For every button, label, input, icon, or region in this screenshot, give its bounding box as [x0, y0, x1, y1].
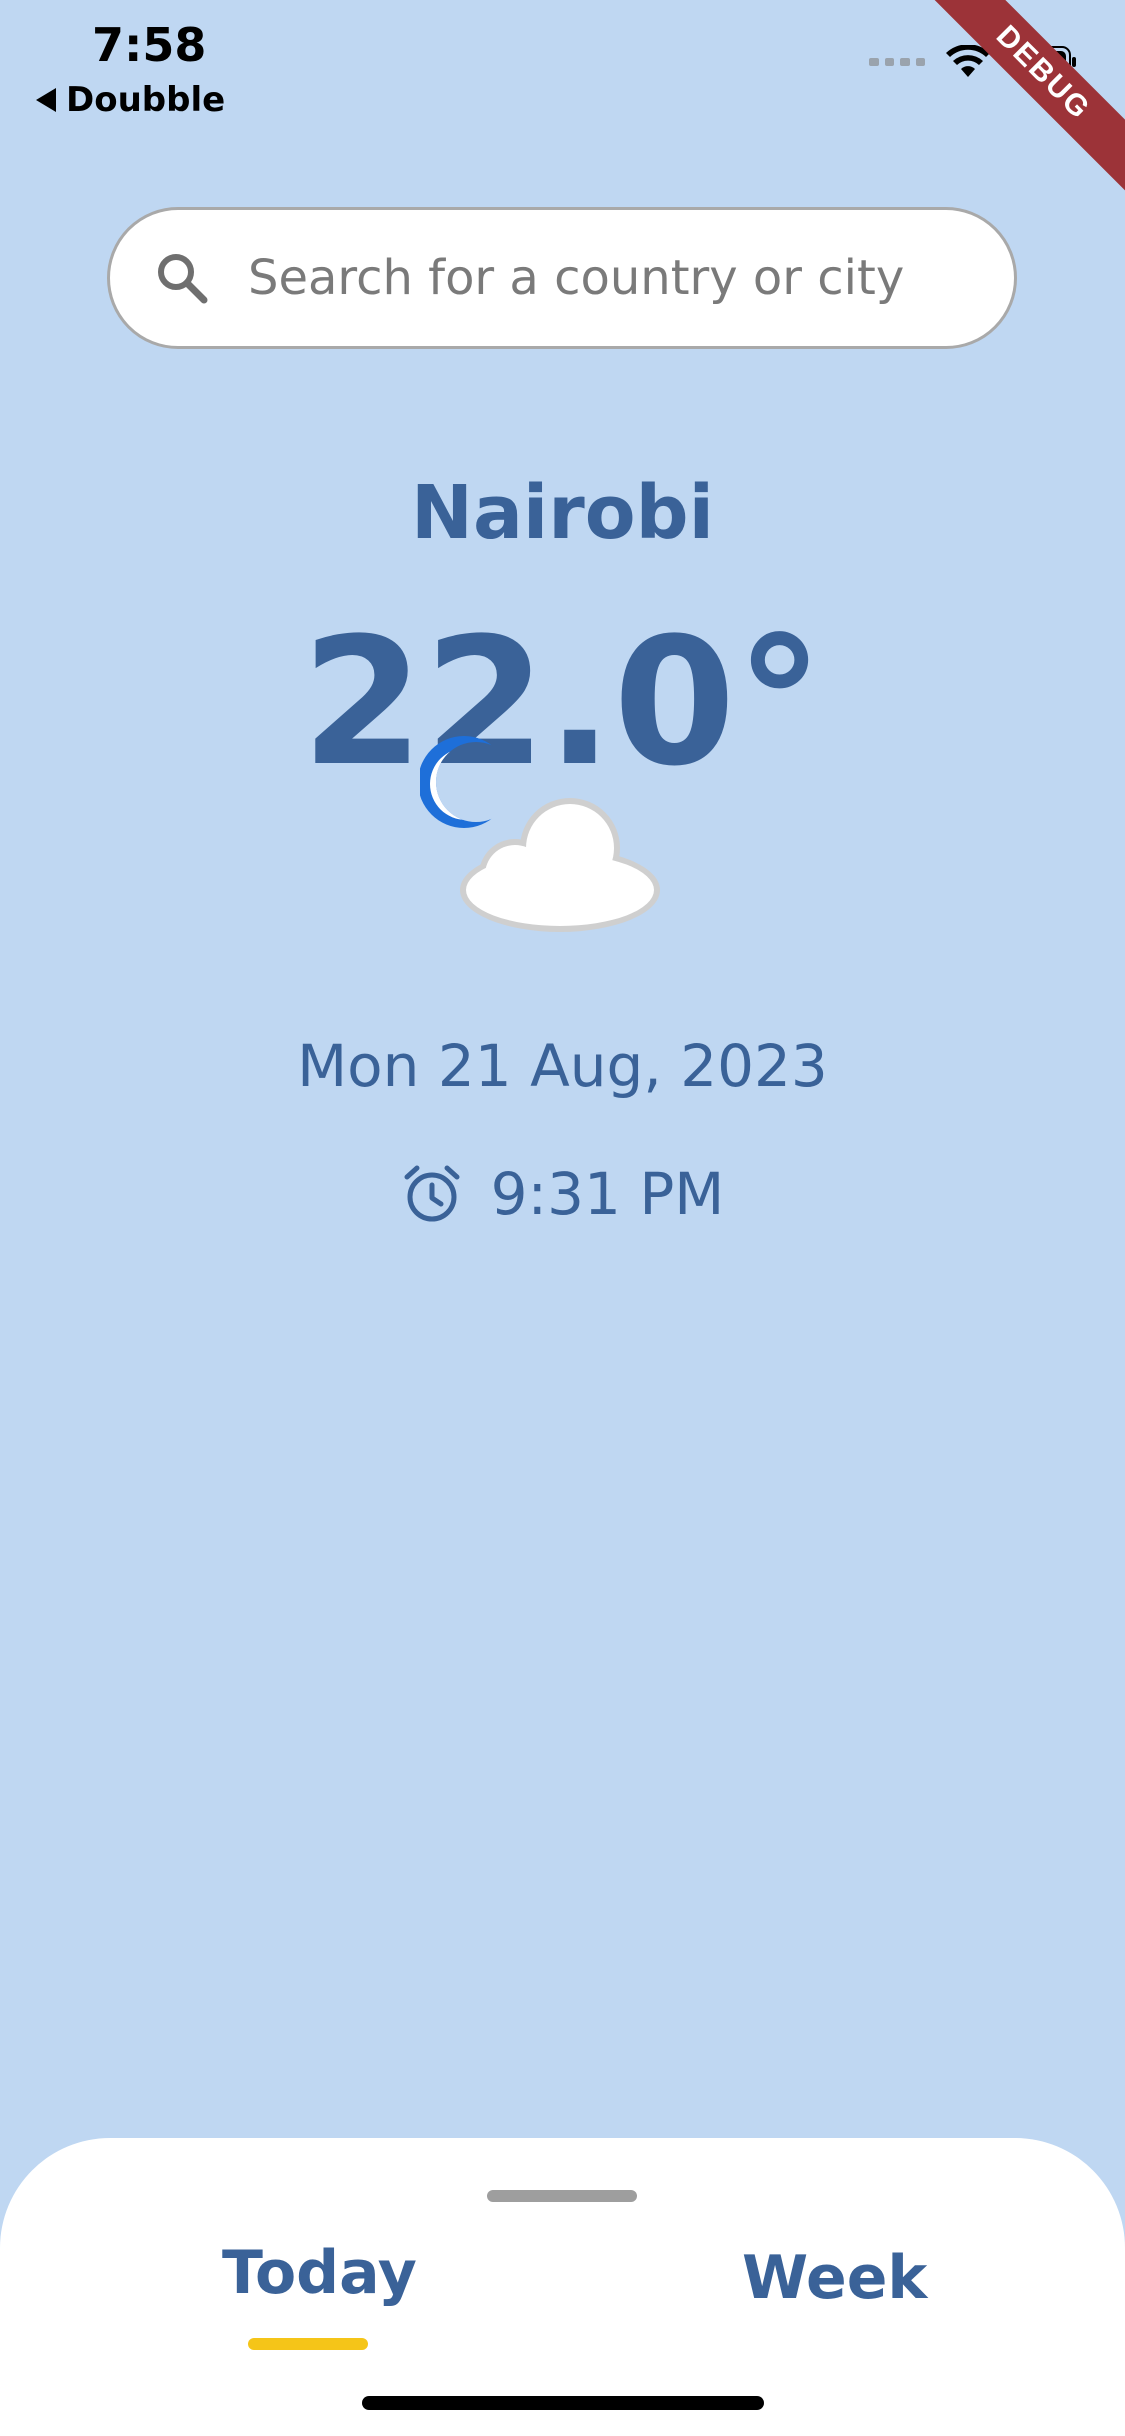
current-time-row: 9:31 PM	[0, 1160, 1125, 1228]
tab-today[interactable]: Today	[222, 2238, 417, 2308]
debug-banner: DEBUG	[925, 0, 1125, 200]
current-time: 9:31 PM	[490, 1160, 725, 1228]
back-arrow-icon	[36, 88, 56, 112]
drag-handle[interactable]	[487, 2190, 637, 2202]
selected-tab-indicator	[248, 2338, 368, 2350]
search-bar[interactable]	[107, 207, 1017, 349]
bottom-sheet[interactable]: Today Week	[0, 2138, 1125, 2436]
home-indicator[interactable]	[362, 2396, 764, 2410]
cellular-signal-icon	[869, 58, 925, 66]
wifi-icon	[945, 45, 991, 79]
status-time: 7:58	[92, 18, 207, 72]
alarm-clock-icon	[401, 1163, 463, 1225]
status-indicators	[869, 45, 1077, 79]
battery-icon	[1011, 45, 1077, 79]
debug-banner-label: DEBUG	[925, 0, 1125, 197]
current-date: Mon 21 Aug, 2023	[297, 1032, 828, 1100]
back-to-app-link[interactable]: Doubble	[36, 80, 225, 120]
search-icon	[150, 246, 214, 310]
tab-week[interactable]: Week	[742, 2243, 927, 2313]
back-app-label: Doubble	[66, 80, 226, 120]
search-input[interactable]	[246, 249, 950, 307]
city-name: Nairobi	[411, 470, 714, 556]
moon-cloud-icon	[418, 730, 680, 950]
